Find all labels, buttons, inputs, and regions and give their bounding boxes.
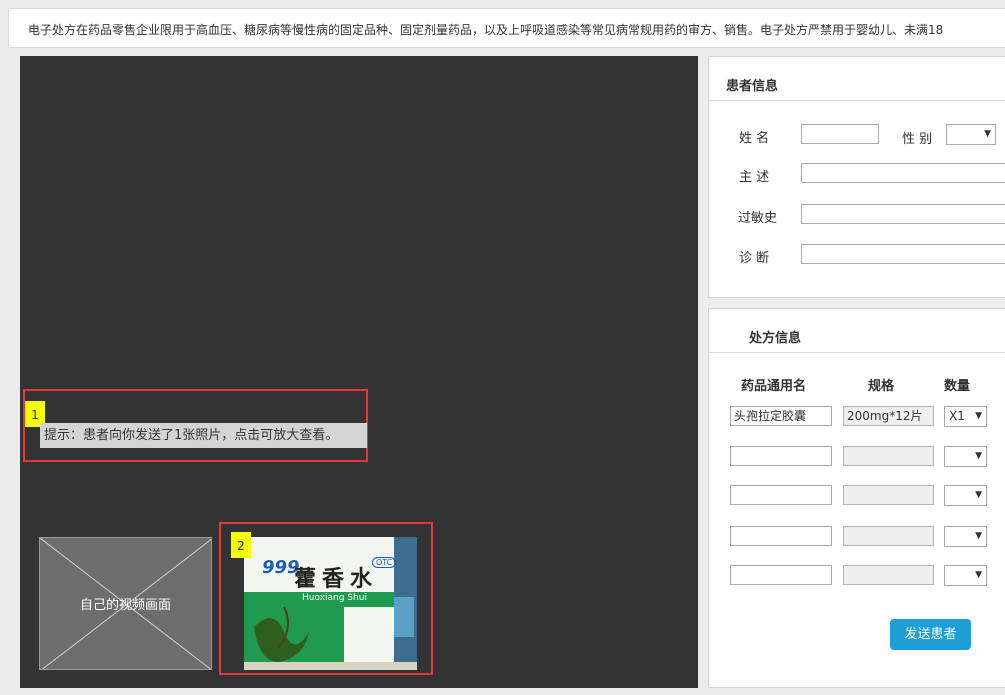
patient-info-panel: 患者信息 姓 名 性 别 ▼ 主 述 过敏史 诊 断 [708, 56, 1005, 298]
chevron-down-icon: ▼ [975, 490, 982, 500]
spec-field: 200mg*12片 [843, 406, 934, 426]
diagnosis-input[interactable] [801, 244, 1005, 264]
spec-field [843, 446, 934, 466]
self-video-placeholder: 自己的视频画面 [39, 537, 212, 670]
chevron-down-icon: ▼ [975, 531, 982, 541]
notice-text: 电子处方在药品零售企业限用于高血压、糖尿病等慢性病的固定品种、固定剂量药品，以及… [28, 23, 944, 37]
qty-select[interactable]: X1 ▼ [944, 406, 987, 427]
qty-select[interactable]: ▼ [944, 446, 987, 467]
patient-panel-title: 患者信息 [726, 79, 779, 94]
qty-column-header: 数量 [944, 379, 971, 394]
drug-input[interactable] [730, 485, 832, 505]
video-area: 1 提示：患者向你发送了1张照片，点击可放大查看。 自己的视频画面 999 OT… [20, 56, 698, 688]
notice-bar: 电子处方在药品零售企业限用于高血压、糖尿病等慢性病的固定品种、固定剂量药品，以及… [8, 8, 1005, 48]
allergy-input[interactable] [801, 204, 1005, 224]
prescription-panel-title: 处方信息 [749, 331, 802, 346]
drug-column-header: 药品通用名 [741, 379, 807, 394]
self-video-label: 自己的视频画面 [79, 598, 171, 613]
photo-hint-text[interactable]: 提示：患者向你发送了1张照片，点击可放大查看。 [40, 423, 367, 448]
name-input[interactable] [801, 124, 879, 144]
patient-photo-thumbnail[interactable]: 999 OTC 藿香水 Huoxiang Shui [244, 537, 417, 670]
gender-label: 性 别 [902, 132, 933, 147]
drug-input[interactable] [730, 526, 832, 546]
name-label: 姓 名 [739, 131, 770, 146]
photo-badge: 2 [231, 532, 251, 558]
prescription-panel: 处方信息 药品通用名 规格 数量 头孢拉定胶囊 200mg*12片 X1 ▼ ▼… [708, 308, 1005, 688]
allergy-label: 过敏史 [738, 211, 778, 226]
qty-value: X1 [949, 409, 965, 423]
chevron-down-icon: ▼ [975, 570, 982, 580]
spec-field [843, 565, 934, 585]
qty-select[interactable]: ▼ [944, 526, 987, 547]
complaint-label: 主 述 [739, 170, 770, 185]
spec-field [843, 526, 934, 546]
drug-input[interactable] [730, 446, 832, 466]
qty-select[interactable]: ▼ [944, 485, 987, 506]
patient-panel-header: 患者信息 [709, 57, 1005, 101]
drug-input[interactable]: 头孢拉定胶囊 [730, 406, 832, 426]
gender-select[interactable]: ▼ [946, 124, 996, 145]
qty-select[interactable]: ▼ [944, 565, 987, 586]
complaint-input[interactable] [801, 163, 1005, 183]
send-to-patient-button[interactable]: 发送患者 [890, 619, 971, 650]
photo-product-name: 藿香水 [294, 567, 379, 592]
spec-column-header: 规格 [868, 379, 895, 394]
chevron-down-icon: ▼ [975, 411, 982, 421]
chevron-down-icon: ▼ [975, 451, 982, 461]
spec-field [843, 485, 934, 505]
prescription-panel-header: 处方信息 [709, 309, 1005, 353]
drug-input[interactable] [730, 565, 832, 585]
photo-product-pinyin: Huoxiang Shui [302, 593, 367, 603]
chevron-down-icon: ▼ [984, 129, 991, 139]
diagnosis-label: 诊 断 [739, 251, 770, 266]
